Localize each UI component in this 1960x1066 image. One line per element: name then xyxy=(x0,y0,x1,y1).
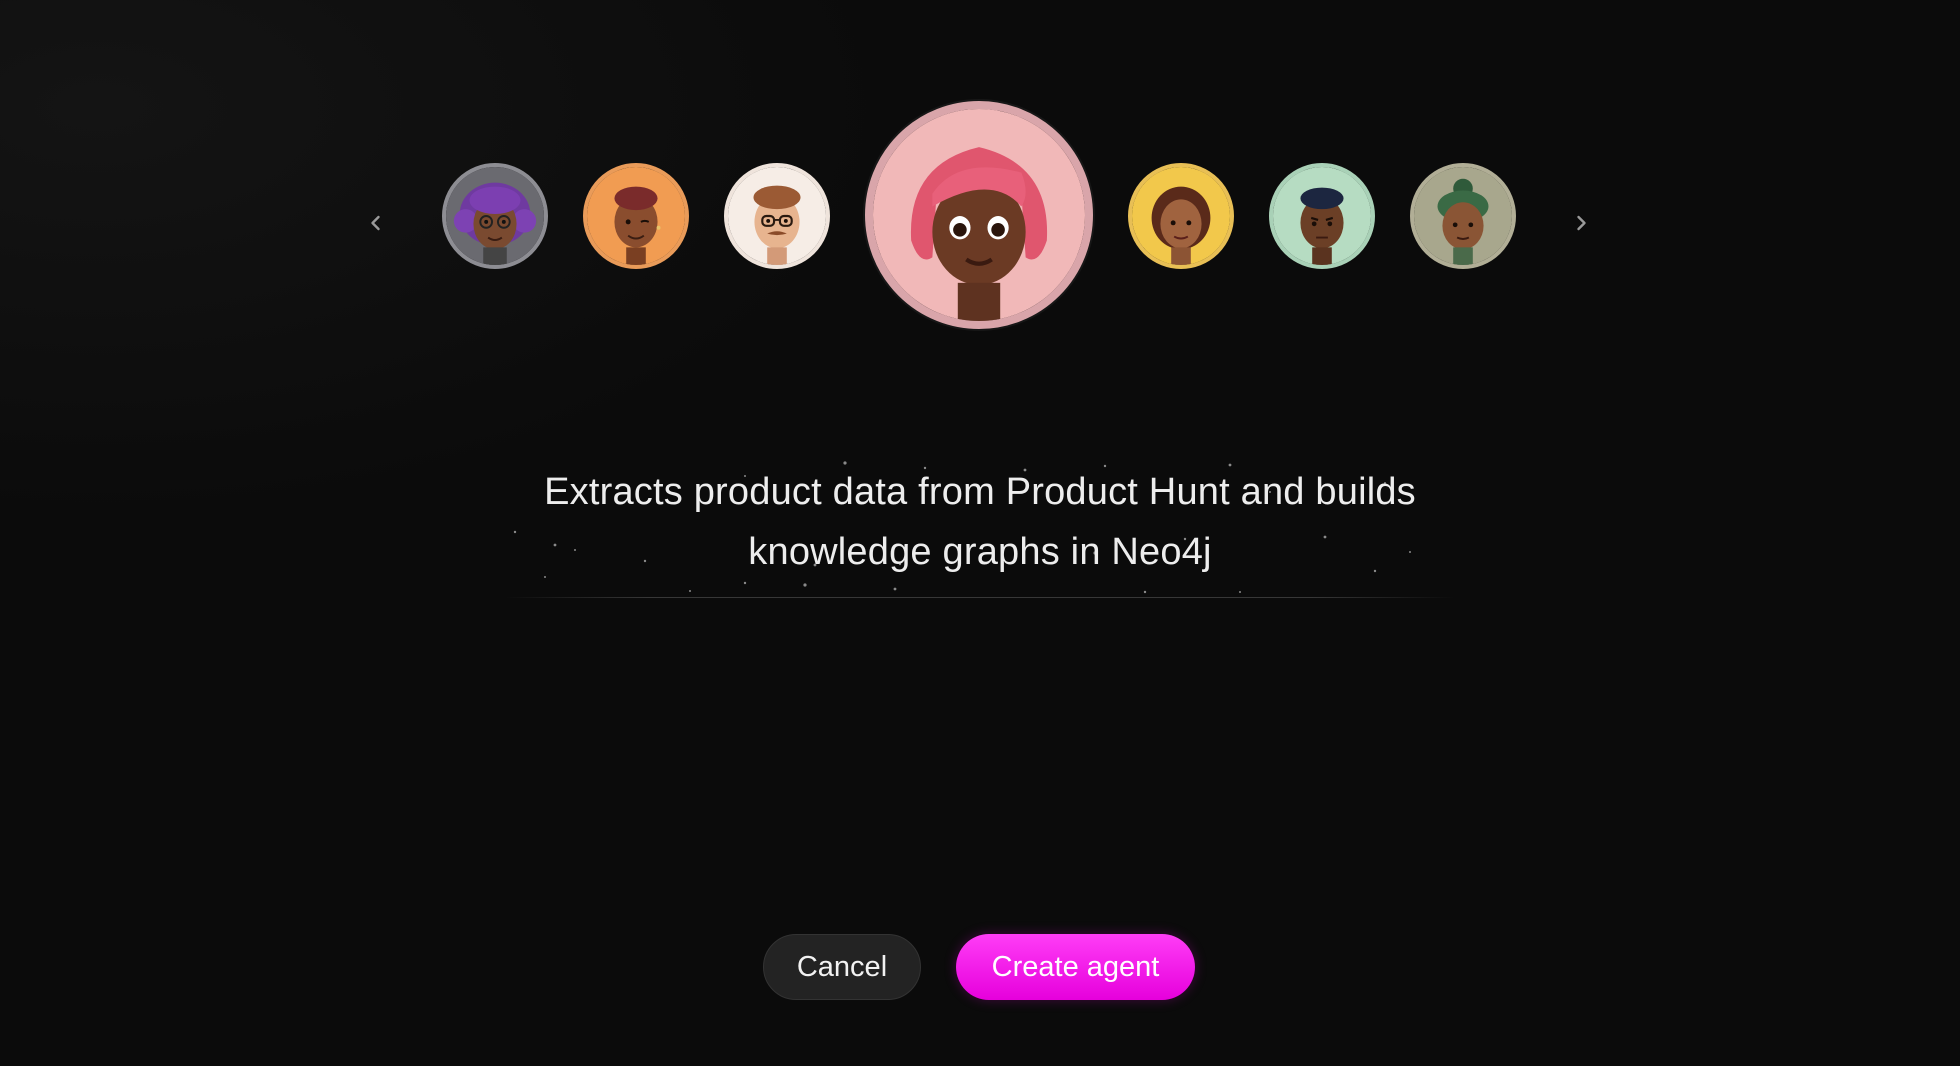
avatar-option-7[interactable] xyxy=(1410,163,1516,269)
avatar-green-man-icon xyxy=(1273,167,1371,265)
avatar-option-2[interactable] xyxy=(583,163,689,269)
agent-description-text: Extracts product data from Product Hunt … xyxy=(544,471,1416,573)
avatar-green-braids-icon xyxy=(1414,167,1512,265)
avatar-winking-icon xyxy=(587,167,685,265)
chevron-left-icon xyxy=(371,215,380,231)
carousel-prev-button[interactable] xyxy=(358,205,394,241)
create-agent-button[interactable]: Create agent xyxy=(956,934,1195,1000)
avatar-option-5[interactable] xyxy=(1128,163,1234,269)
avatar-pink-hair-icon xyxy=(873,109,1085,321)
description-underline xyxy=(505,597,1455,598)
avatar-purple-hair-icon xyxy=(446,167,544,265)
avatar-option-1[interactable] xyxy=(442,163,548,269)
agent-description-field[interactable]: Extracts product data from Product Hunt … xyxy=(505,440,1455,600)
avatar-option-selected[interactable] xyxy=(865,101,1093,329)
avatar-option-6[interactable] xyxy=(1269,163,1375,269)
cancel-button[interactable]: Cancel xyxy=(763,934,921,1000)
avatar-option-3[interactable] xyxy=(724,163,830,269)
avatar-glasses-mustache-icon xyxy=(728,167,826,265)
chevron-right-icon xyxy=(1577,215,1586,231)
create-agent-screen: Extracts product data from Product Hunt … xyxy=(0,0,1960,1066)
avatar-yellow-woman-icon xyxy=(1132,167,1230,265)
carousel-next-button[interactable] xyxy=(1563,205,1599,241)
